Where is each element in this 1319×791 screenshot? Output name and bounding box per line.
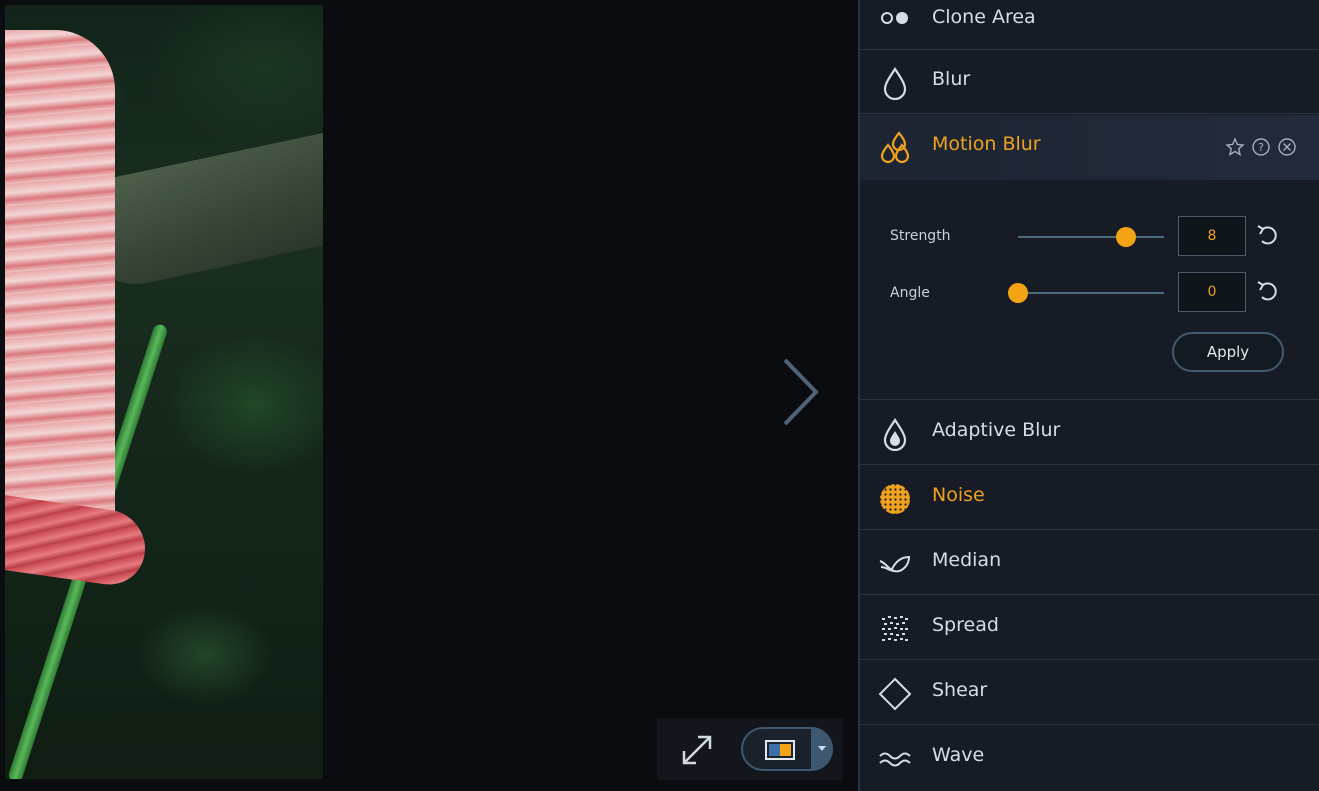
clone-circles-icon — [881, 12, 908, 24]
photo-wing-tail — [5, 495, 145, 590]
effect-motion-blur[interactable]: Motion Blur ? — [860, 115, 1319, 181]
effect-label: Noise — [932, 484, 985, 506]
angle-label: Angle — [890, 285, 930, 301]
effect-label: Wave — [932, 744, 985, 766]
effect-shear[interactable]: Shear — [860, 661, 1319, 725]
image-canvas[interactable] — [0, 0, 858, 791]
droplet-icon — [883, 67, 907, 100]
expand-icon[interactable] — [679, 732, 715, 768]
reset-strength-icon[interactable] — [1254, 222, 1280, 248]
effect-blur[interactable]: Blur — [860, 50, 1319, 114]
view-dropdown-button[interactable] — [811, 727, 833, 771]
effect-label: Clone Area — [932, 6, 1036, 28]
help-icon[interactable]: ? — [1251, 137, 1271, 157]
strength-value-field[interactable]: 8 — [1178, 216, 1246, 256]
angle-slider[interactable] — [1008, 283, 1164, 303]
filled-droplet-icon — [883, 418, 907, 451]
reset-angle-icon[interactable] — [1254, 278, 1280, 304]
effect-label: Median — [932, 549, 1002, 571]
feather-icon — [879, 555, 911, 573]
diamond-icon — [878, 677, 912, 711]
chevron-right-icon[interactable] — [780, 357, 820, 427]
split-view-icon — [765, 740, 795, 760]
angle-value-field[interactable]: 0 — [1178, 272, 1246, 312]
strength-slider-thumb[interactable] — [1116, 227, 1137, 247]
bottom-toolbar — [657, 718, 843, 780]
photo-wing — [5, 30, 115, 550]
effects-panel: Clone Area Blur Motion Blur ? Strength 8… — [858, 0, 1319, 791]
effect-label: Adaptive Blur — [932, 419, 1061, 441]
strength-label: Strength — [890, 228, 951, 244]
effect-label: Blur — [932, 68, 971, 90]
svg-text:?: ? — [1258, 141, 1264, 154]
strength-slider[interactable] — [1018, 227, 1164, 247]
effect-spread[interactable]: Spread — [860, 596, 1319, 660]
three-drops-icon — [880, 131, 910, 164]
effect-actions: ? — [1225, 137, 1297, 157]
effect-noise[interactable]: Noise — [860, 466, 1319, 530]
effect-adaptive-blur[interactable]: Adaptive Blur — [860, 401, 1319, 465]
compare-view-toggle[interactable] — [741, 727, 833, 771]
photo-preview — [5, 5, 323, 779]
wave-icon — [879, 752, 911, 767]
effect-label: Spread — [932, 614, 999, 636]
star-icon[interactable] — [1225, 137, 1245, 157]
angle-slider-thumb[interactable] — [1008, 283, 1028, 303]
dotted-grid-icon — [882, 616, 908, 641]
apply-button[interactable]: Apply — [1172, 332, 1284, 372]
dotted-circle-icon — [880, 484, 910, 514]
effect-median[interactable]: Median — [860, 531, 1319, 595]
effect-wave[interactable]: Wave — [860, 726, 1319, 790]
effect-label: Shear — [932, 679, 988, 701]
motion-blur-settings: Strength 8 Angle 0 Apply — [860, 180, 1319, 400]
effect-clone-area[interactable]: Clone Area — [860, 0, 1319, 50]
effect-label: Motion Blur — [932, 133, 1041, 155]
close-icon[interactable] — [1277, 137, 1297, 157]
